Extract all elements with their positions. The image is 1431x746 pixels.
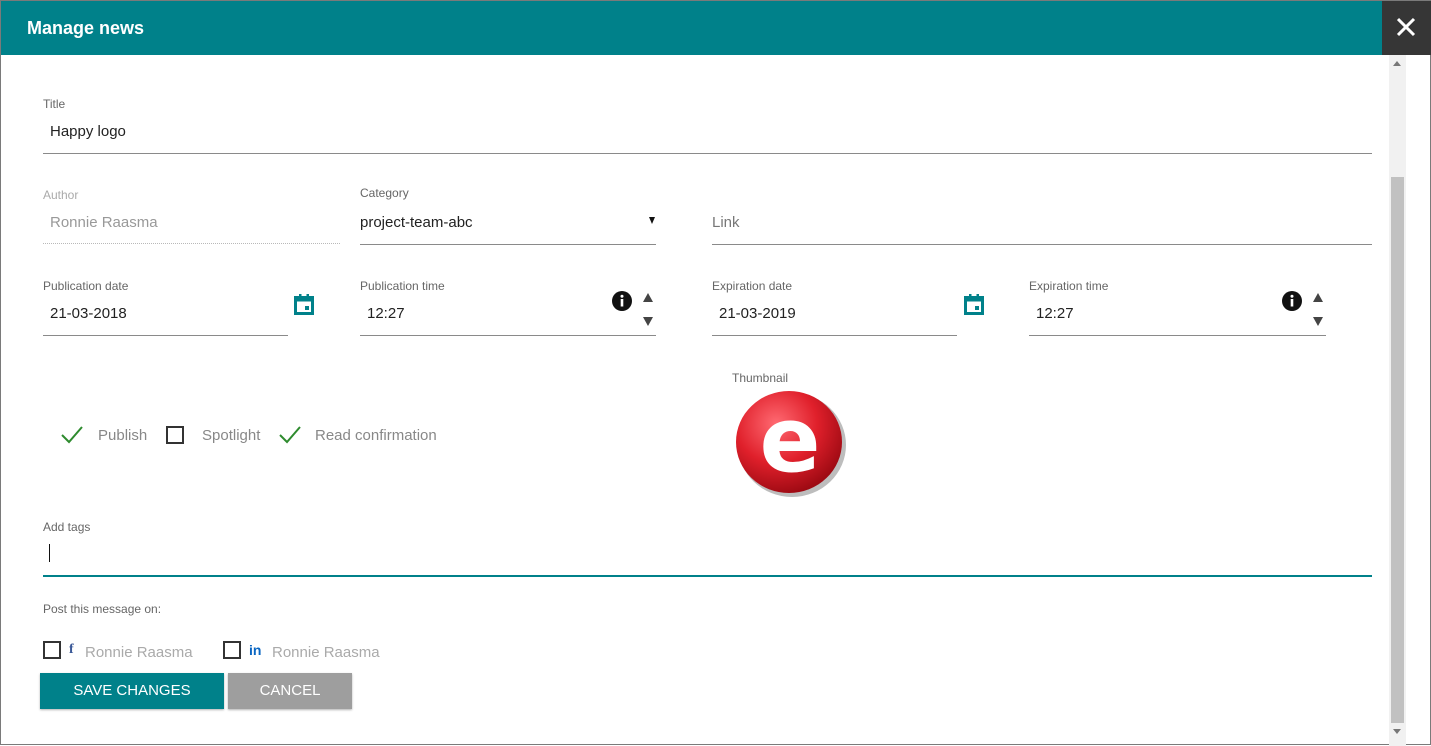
publish-checkbox[interactable]: Publish [60,425,150,447]
linkedin-account-name: Ronnie Raasma [272,644,380,661]
category-select[interactable]: Category project-team-abc [360,186,656,245]
checkbox-box[interactable] [223,641,241,659]
checkbox-box[interactable] [43,641,61,659]
add-tags-label: Add tags [43,520,91,534]
time-decrement-icon[interactable] [643,317,653,326]
thumbnail-label: Thumbnail [732,371,789,385]
add-tags-input[interactable] [43,539,1372,578]
chevron-down-icon[interactable] [649,217,655,224]
category-value[interactable]: project-team-abc [360,214,473,231]
title-underline [43,153,1372,154]
publication-time-underline [360,335,656,336]
link-field[interactable]: Link [712,186,1372,245]
category-underline [360,244,656,245]
author-field: Author Ronnie Raasma [43,188,340,245]
checkmark-icon [61,426,83,444]
publication-date-input[interactable]: 21-03-2018 [50,305,127,322]
scroll-down-arrow-icon[interactable] [1393,729,1401,734]
text-cursor [49,544,50,562]
expiration-time-underline [1029,335,1326,336]
post-on-label: Post this message on: [43,602,162,616]
facebook-account-checkbox[interactable]: f Ronnie Raasma [43,641,203,661]
read-confirmation-label: Read confirmation [315,427,437,444]
spotlight-checkbox[interactable]: Spotlight [166,425,266,447]
time-increment-icon[interactable] [643,293,653,302]
save-changes-button[interactable]: SAVE CHANGES [40,673,224,709]
checkmark-icon [279,426,301,444]
publication-date-label: Publication date [43,279,129,293]
close-icon [1396,17,1416,37]
linkedin-icon: in [249,642,262,658]
title-input[interactable]: Happy logo [50,123,126,140]
publication-date-underline [43,335,288,336]
expiration-date-input[interactable]: 21-03-2019 [719,305,796,322]
author-label: Author [43,188,79,202]
scroll-up-arrow-icon[interactable] [1393,61,1401,66]
title-field[interactable]: Title Happy logo [43,97,1372,154]
cancel-button[interactable]: CANCEL [228,673,352,709]
expiration-time-label: Expiration time [1029,279,1109,293]
link-underline [712,244,1372,245]
title-label: Title [43,97,66,111]
checkbox-box[interactable] [166,426,184,444]
facebook-icon: f [69,642,74,657]
expiration-date-field[interactable]: Expiration date 21-03-2019 [712,279,957,336]
info-icon[interactable] [612,291,632,311]
publication-time-label: Publication time [360,279,445,293]
expiration-date-underline [712,335,957,336]
thumbnail-image[interactable]: e [734,387,848,499]
publication-date-field[interactable]: Publication date 21-03-2018 [43,279,288,336]
category-label: Category [360,186,409,200]
add-tags-underline [43,575,1372,577]
dialog-title: Manage news [27,18,145,38]
dialog-header: Manage news [1,1,1382,55]
close-button[interactable] [1382,1,1431,55]
time-increment-icon[interactable] [1313,293,1323,302]
vertical-scrollbar[interactable] [1389,55,1406,746]
time-decrement-icon[interactable] [1313,317,1323,326]
calendar-icon[interactable] [964,294,984,316]
author-underline [43,243,340,244]
publication-time-input[interactable]: 12:27 [367,305,405,322]
publish-label: Publish [98,427,148,444]
logo-letter: e [759,388,820,493]
author-input: Ronnie Raasma [50,214,158,231]
info-icon[interactable] [1282,291,1302,311]
manage-news-dialog: Manage news Title Happy logo Author Ronn… [0,0,1431,746]
calendar-icon[interactable] [294,294,314,316]
link-input[interactable]: Link [712,214,740,231]
expiration-date-label: Expiration date [712,279,793,293]
scrollbar-thumb[interactable] [1391,177,1404,723]
read-confirmation-checkbox[interactable]: Read confirmation [278,425,443,447]
linkedin-account-checkbox[interactable]: in Ronnie Raasma [223,641,393,661]
spotlight-label: Spotlight [202,427,261,444]
expiration-time-input[interactable]: 12:27 [1036,305,1074,322]
facebook-account-name: Ronnie Raasma [85,644,193,661]
